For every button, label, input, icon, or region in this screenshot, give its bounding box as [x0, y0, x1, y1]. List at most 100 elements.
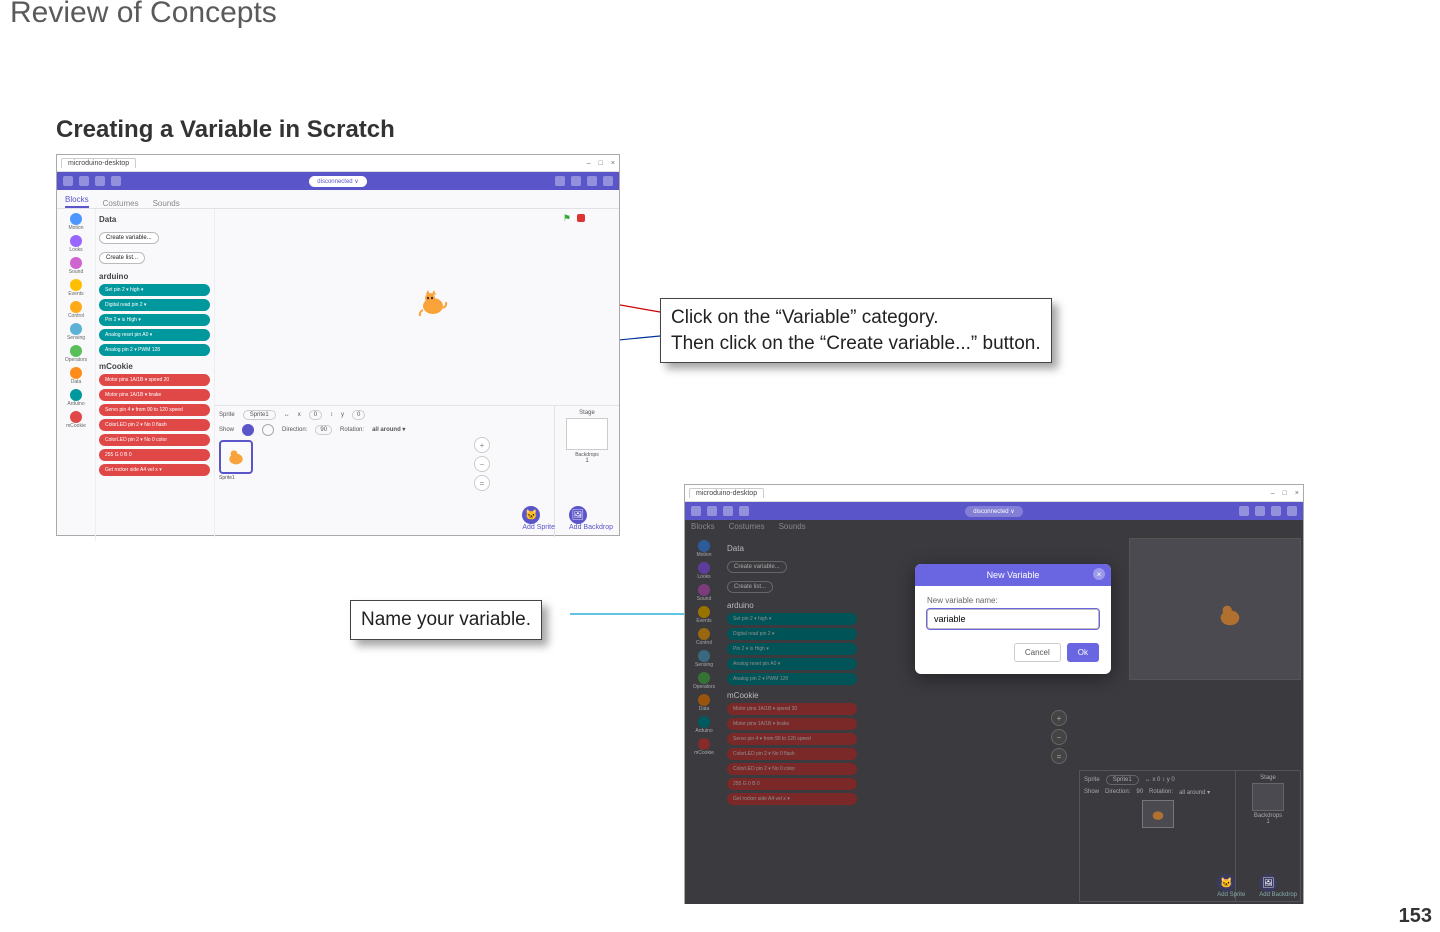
- create-list-button[interactable]: Create list...: [99, 252, 145, 264]
- sprite-thumbnail[interactable]: [1142, 800, 1174, 828]
- block[interactable]: Pin 2 ▾ is High ▾: [727, 643, 857, 655]
- create-variable-button[interactable]: Create variable...: [99, 232, 159, 244]
- block[interactable]: ColorLED pin 2 ▾ No 0 flash: [727, 748, 857, 760]
- block[interactable]: ColorLED pin 2 ▾ No 0 color: [727, 763, 857, 775]
- block[interactable]: Motor pins 1A/1B ▾ brake: [99, 389, 210, 401]
- create-list-button[interactable]: Create list...: [727, 581, 773, 593]
- add-backdrop-button[interactable]: 🖼: [1259, 874, 1277, 892]
- category-sensing[interactable]: Sensing: [695, 650, 713, 668]
- menu-icon[interactable]: [739, 506, 749, 516]
- category-motion[interactable]: Motion: [696, 540, 711, 558]
- zoom-reset-icon[interactable]: =: [1051, 748, 1067, 764]
- menu-icon[interactable]: [691, 506, 701, 516]
- menu-icon[interactable]: [111, 176, 121, 186]
- menu-icon[interactable]: [1239, 506, 1249, 516]
- menu-icon[interactable]: [79, 176, 89, 186]
- block[interactable]: Get rocker side A4 vel x ▾: [99, 464, 210, 476]
- block[interactable]: Set pin 2 ▾ high ▾: [727, 613, 857, 625]
- category-looks[interactable]: Looks: [69, 235, 82, 253]
- category-operators[interactable]: Operators: [65, 345, 87, 363]
- block[interactable]: Set pin 2 ▾ high ▾: [99, 284, 210, 296]
- tab-costumes[interactable]: Costumes: [729, 522, 765, 531]
- menu-icon[interactable]: [603, 176, 613, 186]
- category-control[interactable]: Control: [68, 301, 84, 319]
- block[interactable]: Servo pin 4 ▾ from 90 to 120 speed: [727, 733, 857, 745]
- green-flag-icon[interactable]: ⚑: [563, 213, 571, 224]
- menu-icon[interactable]: [1255, 506, 1265, 516]
- show-toggle-on[interactable]: [242, 424, 254, 436]
- dialog-close-icon[interactable]: ×: [1093, 568, 1105, 580]
- block[interactable]: Analog pin 2 ▾ PWM 128: [727, 673, 857, 685]
- category-arduino[interactable]: Arduino: [695, 716, 712, 734]
- zoom-reset-icon[interactable]: =: [474, 475, 490, 491]
- menu-icon[interactable]: [555, 176, 565, 186]
- tab-blocks[interactable]: Blocks: [691, 522, 715, 531]
- sprite-name-field[interactable]: Sprite1: [1106, 775, 1139, 785]
- category-mcookie[interactable]: mCookie: [694, 738, 714, 756]
- category-control[interactable]: Control: [696, 628, 712, 646]
- zoom-out-icon[interactable]: −: [474, 456, 490, 472]
- block[interactable]: Motor pins 1A/1B ▾ speed 20: [727, 703, 857, 715]
- zoom-in-icon[interactable]: +: [474, 437, 490, 453]
- create-variable-button[interactable]: Create variable...: [727, 561, 787, 573]
- variable-name-input[interactable]: [927, 609, 1099, 629]
- connection-chip[interactable]: disconnected ∨: [965, 506, 1022, 517]
- rotation-field[interactable]: all around ▾: [372, 426, 405, 433]
- zoom-out-icon[interactable]: −: [1051, 729, 1067, 745]
- window-maximize-icon[interactable]: □: [599, 160, 603, 167]
- menu-icon[interactable]: [95, 176, 105, 186]
- show-toggle-off[interactable]: [262, 424, 274, 436]
- zoom-in-icon[interactable]: +: [1051, 710, 1067, 726]
- block[interactable]: Get rocker side A4 vel x ▾: [727, 793, 857, 805]
- category-events[interactable]: Events: [68, 279, 83, 297]
- add-sprite-button[interactable]: 🐱: [1217, 874, 1235, 892]
- window-close-icon[interactable]: ×: [611, 160, 615, 167]
- category-motion[interactable]: Motion: [68, 213, 83, 231]
- menu-icon[interactable]: [587, 176, 597, 186]
- block[interactable]: ColorLED pin 2 ▾ No 0 flash: [99, 419, 210, 431]
- category-sound[interactable]: Sound: [697, 584, 711, 602]
- sprite-name-field[interactable]: Sprite1: [243, 410, 276, 420]
- ok-button[interactable]: Ok: [1067, 643, 1099, 662]
- connection-chip[interactable]: disconnected ∨: [309, 176, 366, 187]
- tab-sounds[interactable]: Sounds: [779, 522, 806, 531]
- block[interactable]: ColorLED pin 2 ▾ No 0 color: [99, 434, 210, 446]
- block[interactable]: 255 G 0 B 0: [99, 449, 210, 461]
- window-minimize-icon[interactable]: –: [1271, 490, 1275, 497]
- category-looks[interactable]: Looks: [697, 562, 710, 580]
- menu-icon[interactable]: [63, 176, 73, 186]
- category-sensing[interactable]: Sensing: [67, 323, 85, 341]
- category-sound[interactable]: Sound: [69, 257, 83, 275]
- stage-thumbnail[interactable]: [1252, 783, 1284, 811]
- menu-icon[interactable]: [1271, 506, 1281, 516]
- block[interactable]: Analog pin 2 ▾ PWM 128: [99, 344, 210, 356]
- block[interactable]: Servo pin 4 ▾ from 90 to 120 speed: [99, 404, 210, 416]
- window-minimize-icon[interactable]: –: [587, 160, 591, 167]
- sprite-thumbnail[interactable]: [219, 440, 253, 474]
- category-data[interactable]: Data: [698, 694, 710, 712]
- tab-blocks[interactable]: Blocks: [65, 195, 89, 208]
- block[interactable]: Motor pins 1A/1B ▾ brake: [727, 718, 857, 730]
- block[interactable]: Analog reset pin A0 ▾: [727, 658, 857, 670]
- menu-icon[interactable]: [571, 176, 581, 186]
- block[interactable]: Digital read pin 2 ▾: [99, 299, 210, 311]
- stop-icon[interactable]: [577, 214, 585, 222]
- category-operators[interactable]: Operators: [693, 672, 715, 690]
- menu-icon[interactable]: [707, 506, 717, 516]
- category-arduino[interactable]: Arduino: [67, 389, 84, 407]
- block[interactable]: Motor pins 1A/1B ▾ speed 20: [99, 374, 210, 386]
- window-maximize-icon[interactable]: □: [1283, 490, 1287, 497]
- category-mcookie[interactable]: mCookie: [66, 411, 86, 429]
- tab-sounds[interactable]: Sounds: [153, 199, 180, 208]
- menu-icon[interactable]: [723, 506, 733, 516]
- window-close-icon[interactable]: ×: [1295, 490, 1299, 497]
- block[interactable]: Digital read pin 2 ▾: [727, 628, 857, 640]
- block[interactable]: Analog reset pin A0 ▾: [99, 329, 210, 341]
- category-events[interactable]: Events: [696, 606, 711, 624]
- direction-field[interactable]: 90: [315, 425, 332, 435]
- add-backdrop-button[interactable]: 🖼: [569, 506, 587, 524]
- add-sprite-button[interactable]: 🐱: [522, 506, 540, 524]
- category-data[interactable]: Data: [70, 367, 82, 385]
- tab-costumes[interactable]: Costumes: [103, 199, 139, 208]
- block[interactable]: Pin 2 ▾ is High ▾: [99, 314, 210, 326]
